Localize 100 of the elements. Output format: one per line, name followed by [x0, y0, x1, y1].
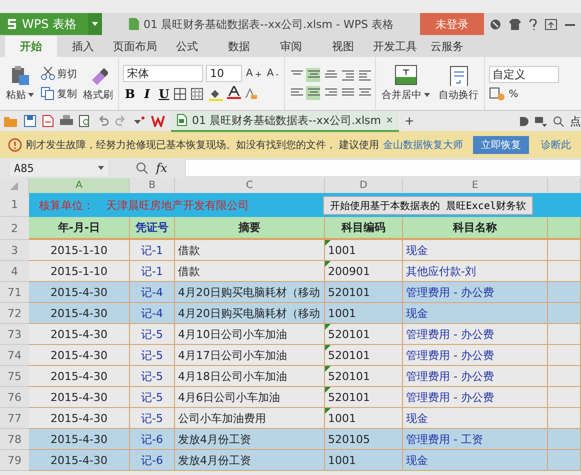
table-cell: 记-5	[130, 345, 175, 366]
bold-button[interactable]: B	[123, 87, 137, 101]
window-title: 01 晨旺财务基础数据表--xx公司.xlsm - WPS 表格	[144, 16, 394, 32]
table-cell: 4月20日购买电脑耗材（移动	[175, 282, 325, 303]
row-header[interactable]: 76	[0, 387, 29, 408]
ribbon-tab[interactable]: 云服务	[421, 36, 473, 57]
formula-input[interactable]	[185, 159, 581, 177]
ribbon-tab[interactable]: 插入	[57, 36, 109, 57]
paste-button[interactable]: 粘贴	[4, 64, 36, 104]
d-icon[interactable]	[519, 116, 529, 126]
notice-message: 刚才发生故障，经努力抢修现已基本恢复现场。如没有找到您的文件， 建议使用	[26, 138, 380, 152]
format-painter-button[interactable]: 格式刷	[82, 64, 114, 102]
row-header[interactable]: 1	[0, 193, 29, 217]
ribbon-tab[interactable]: 开始	[5, 36, 57, 57]
row-header[interactable]: 3	[0, 240, 29, 261]
column-header[interactable]: B	[130, 178, 175, 193]
clear-format-icon[interactable]	[244, 88, 258, 100]
copy-icon	[41, 87, 55, 100]
ribbon-tab[interactable]: 开发工具	[369, 36, 421, 57]
align-middle-icon[interactable]	[306, 68, 320, 82]
column-header[interactable]: E	[403, 178, 548, 193]
table-cell: 发放4月份工资	[175, 429, 325, 450]
underline-button[interactable]: U	[157, 87, 171, 101]
print-preview-icon[interactable]	[79, 115, 91, 127]
ribbon-tab[interactable]: 视图	[317, 36, 369, 57]
search-hint[interactable]: 点	[570, 114, 581, 128]
font-size-dropdown[interactable]: 10	[206, 65, 242, 82]
table-cell: 管理费用 - 办公费	[403, 345, 548, 366]
table-cell: 2015-4-30	[29, 282, 130, 303]
align-center-icon[interactable]	[306, 86, 320, 100]
cell-style-icon[interactable]	[191, 88, 205, 100]
column-header[interactable]: C	[175, 178, 325, 193]
row-header[interactable]: 4	[0, 261, 29, 282]
table-cell: 2015-1-10	[29, 261, 130, 282]
help-icon[interactable]	[529, 18, 537, 30]
ribbon-tab[interactable]: 审阅	[265, 36, 317, 57]
table-cell: 1001	[325, 408, 403, 429]
login-button[interactable]: 未登录	[420, 13, 484, 35]
table-cell: 公司小车加油费用	[175, 408, 325, 429]
table-cell: 1001	[325, 240, 403, 261]
decrease-indent-icon[interactable]	[340, 68, 354, 82]
wrap-text-button[interactable]: 自动换行	[438, 64, 480, 102]
skin-icon[interactable]	[490, 18, 501, 30]
diagnose-link[interactable]: 诊断此	[541, 138, 572, 152]
row-header[interactable]: 75	[0, 366, 29, 387]
table-cell: 2015-4-30	[29, 387, 130, 408]
row-header[interactable]: 74	[0, 345, 29, 366]
close-tab-button[interactable]: ×	[386, 113, 393, 127]
save-icon[interactable]	[24, 115, 36, 127]
shirt-icon[interactable]	[509, 18, 521, 30]
search-icon[interactable]	[553, 116, 564, 126]
row-header[interactable]: 71	[0, 282, 29, 303]
copy-button[interactable]: 复制	[40, 86, 78, 102]
number-format-dropdown[interactable]: 自定义	[488, 66, 559, 83]
print-icon[interactable]	[60, 115, 73, 127]
row-header[interactable]: 2	[0, 217, 29, 240]
zoom-icon[interactable]	[136, 162, 148, 174]
increase-indent-icon[interactable]	[356, 68, 371, 82]
pdf-export-icon[interactable]	[42, 115, 54, 127]
company-name: 天津晨旺房地产开发有限公司	[106, 198, 249, 212]
percent-button[interactable]: %	[508, 88, 520, 100]
row-header[interactable]: 73	[0, 324, 29, 345]
flag-caret-icon[interactable]	[535, 116, 547, 126]
name-box[interactable]: A85	[10, 160, 108, 176]
ribbon-tab[interactable]: 公式	[161, 36, 213, 57]
new-tab-button[interactable]: +	[404, 112, 414, 130]
table-cell: 现金	[403, 240, 548, 261]
font-color-icon[interactable]	[227, 86, 241, 99]
fill-color-icon[interactable]	[208, 88, 224, 100]
wps-w-icon[interactable]	[151, 115, 165, 127]
table-cell: 520101	[325, 345, 403, 366]
start-software-button[interactable]: 开始使用基于本数据表的 晨旺Excel财务软	[322, 196, 533, 214]
table-cell: 4月20日购买电脑耗材（移动	[175, 303, 325, 324]
currency-format-icon[interactable]	[488, 87, 505, 101]
recover-now-button[interactable]: 立即恢复	[473, 136, 530, 154]
recovery-link[interactable]: 金山数据恢复大师	[383, 138, 464, 152]
app-menu-button[interactable]: WPS 表格	[0, 13, 88, 35]
borders-icon[interactable]	[174, 88, 188, 100]
function-button[interactable]: fx	[156, 161, 168, 175]
row-header[interactable]: 72	[0, 303, 29, 324]
undo-icon[interactable]	[97, 115, 109, 127]
restore-window-icon[interactable]	[545, 18, 557, 30]
italic-button[interactable]: I	[140, 87, 154, 101]
table-cell: 管理费用 - 办公费	[403, 387, 548, 408]
merge-center-button[interactable]: 合并居中	[380, 64, 432, 104]
row-header[interactable]: 77	[0, 408, 29, 429]
table-cell: 2015-4-30	[29, 366, 130, 387]
caret-icon[interactable]	[92, 22, 98, 26]
wrap-text-icon	[448, 66, 470, 86]
warning-icon	[8, 138, 22, 152]
cut-button[interactable]: 剪切	[40, 66, 78, 82]
row-header[interactable]: 79	[0, 450, 29, 471]
ribbon-tab[interactable]: 页面布局	[109, 36, 161, 57]
table-cell: 管理费用 - 办公费	[403, 366, 548, 387]
table-cell: 发放4月份工资	[175, 450, 325, 471]
ribbon-tab[interactable]: 数据	[213, 36, 265, 57]
document-tab[interactable]: 01 晨旺财务基础数据表--xx公司.xlsm ×	[171, 110, 399, 132]
font-dropdown[interactable]: 宋体	[123, 65, 203, 82]
column-header[interactable]: D	[325, 178, 403, 193]
row-header[interactable]: 78	[0, 429, 29, 450]
